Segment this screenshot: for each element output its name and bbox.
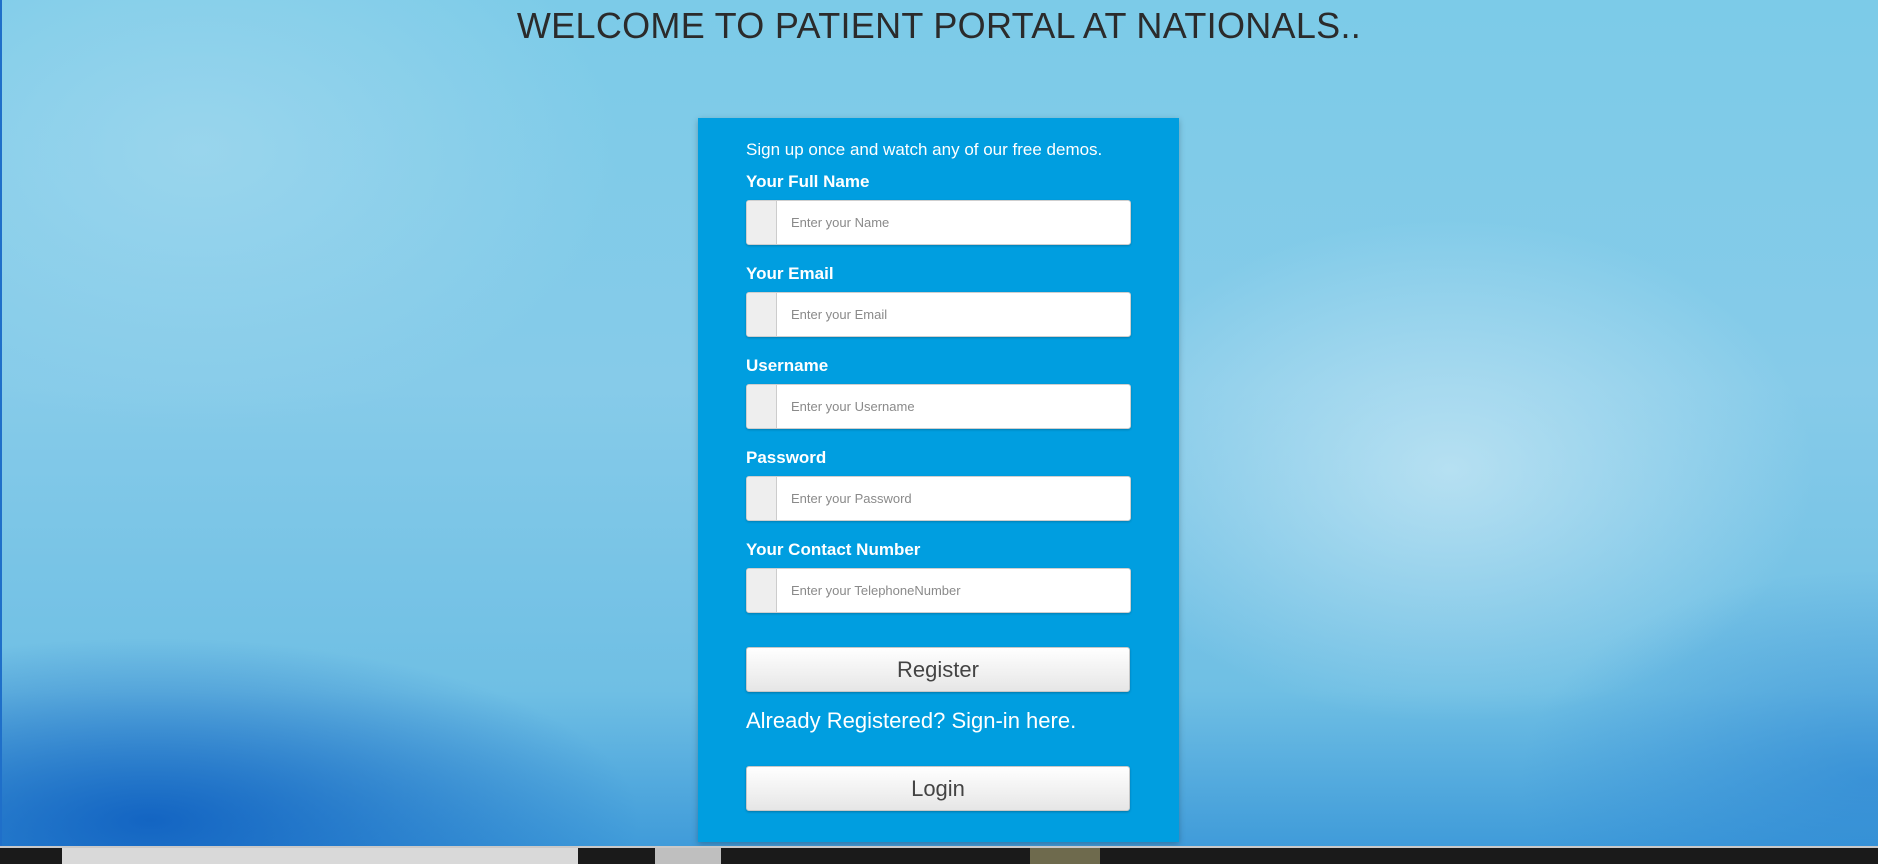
window-left-edge xyxy=(0,0,2,848)
form-intro-text: Sign up once and watch any of our free d… xyxy=(746,140,1103,159)
input-addon xyxy=(747,201,777,244)
register-button[interactable]: Register xyxy=(746,647,1130,692)
login-button[interactable]: Login xyxy=(746,766,1130,811)
taskbar-segment xyxy=(1030,848,1100,864)
page-title: WELCOME TO PATIENT PORTAL AT NATIONALS.. xyxy=(516,5,1362,46)
username-input-group xyxy=(746,384,1131,429)
full-name-input[interactable] xyxy=(777,201,1130,244)
contact-number-input[interactable] xyxy=(777,569,1130,612)
input-addon xyxy=(747,385,777,428)
email-input[interactable] xyxy=(777,293,1130,336)
input-addon xyxy=(747,477,777,520)
contact-number-input-group xyxy=(746,568,1131,613)
taskbar-segment xyxy=(62,848,578,864)
signin-prompt-text: Already Registered? Sign-in here. xyxy=(746,708,1077,733)
password-input-group xyxy=(746,476,1131,521)
input-addon xyxy=(747,293,777,336)
input-addon xyxy=(747,569,777,612)
full-name-input-group xyxy=(746,200,1131,245)
email-label: Your Email xyxy=(746,264,834,283)
password-label: Password xyxy=(746,448,827,467)
taskbar-segment xyxy=(655,848,721,864)
email-input-group xyxy=(746,292,1131,337)
full-name-label: Your Full Name xyxy=(746,172,870,191)
contact-number-label: Your Contact Number xyxy=(746,540,921,559)
taskbar-strip xyxy=(0,848,1878,864)
username-label: Username xyxy=(746,356,829,375)
username-input[interactable] xyxy=(777,385,1130,428)
registration-card: Sign up once and watch any of our free d… xyxy=(698,118,1179,842)
page-background: WELCOME TO PATIENT PORTAL AT NATIONALS..… xyxy=(0,0,1878,864)
password-input[interactable] xyxy=(777,477,1130,520)
